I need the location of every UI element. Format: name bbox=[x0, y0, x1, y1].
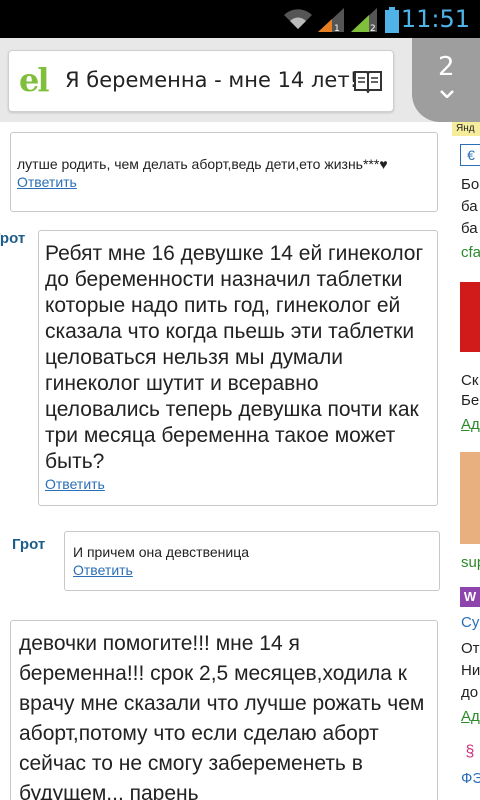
ad-image[interactable] bbox=[460, 452, 480, 544]
ad-link[interactable]: Су bbox=[461, 612, 479, 634]
ad-text: до bbox=[461, 684, 479, 701]
signal-2-icon: 2 bbox=[351, 8, 377, 32]
euro-icon[interactable]: € bbox=[460, 144, 480, 166]
svg-text:2: 2 bbox=[370, 24, 376, 32]
ad-link[interactable]: Адр bbox=[461, 414, 480, 436]
comment: лутше родить, чем делать аборт,ведь дети… bbox=[10, 132, 438, 212]
ad-link[interactable]: cfa bbox=[461, 242, 480, 264]
url-field[interactable]: el Я беременна - мне 14 лет! bbox=[8, 50, 394, 112]
comment-text: лутше родить, чем делать аборт,ведь дети… bbox=[17, 156, 388, 172]
comment-text: И причем она девственица bbox=[73, 544, 249, 560]
ad-text: ба bbox=[461, 220, 478, 237]
ad-column: Янд € Бо ба ба cfa Ск Бе Адр sup W Су От… bbox=[452, 122, 480, 800]
clock: 11:51 bbox=[400, 5, 470, 33]
tab-count: 2 bbox=[438, 52, 455, 82]
site-logo: el bbox=[19, 61, 49, 99]
ad-text: Ск bbox=[461, 372, 479, 389]
ad-text: Ни bbox=[461, 662, 480, 679]
tabs-button[interactable]: 2 bbox=[412, 38, 480, 122]
svg-text:1: 1 bbox=[334, 24, 340, 32]
comment-text: девочки помогите!!! мне 14 я беременна!!… bbox=[19, 632, 425, 800]
status-bar: 1 2 11:51 bbox=[0, 0, 480, 38]
ad-link[interactable]: ФЭ bbox=[461, 768, 480, 790]
wifi-icon bbox=[284, 9, 312, 30]
chevron-down-icon bbox=[440, 90, 454, 98]
w-icon[interactable]: W bbox=[460, 587, 480, 607]
ad-text: ба bbox=[461, 198, 478, 215]
comment: девочки помогите!!! мне 14 я беременна!!… bbox=[10, 620, 438, 800]
ad-label: Янд bbox=[452, 122, 480, 136]
signal-1-icon: 1 bbox=[318, 8, 344, 32]
ad-text: Бо bbox=[461, 176, 480, 193]
battery-icon bbox=[385, 7, 399, 33]
reader-mode-icon[interactable] bbox=[353, 69, 383, 93]
ad-image[interactable] bbox=[460, 282, 480, 352]
comment-author[interactable]: Грот bbox=[0, 230, 25, 247]
comment: И причем она девственица Ответить bbox=[64, 531, 440, 591]
page-content: лутше родить, чем делать аборт,ведь дети… bbox=[0, 122, 480, 800]
reply-link[interactable]: Ответить bbox=[45, 475, 431, 493]
ad-text: Бе bbox=[461, 392, 480, 409]
browser-toolbar: el Я беременна - мне 14 лет! 2 bbox=[0, 38, 480, 122]
page-title: Я беременна - мне 14 лет! bbox=[65, 68, 358, 92]
reply-link[interactable]: Ответить bbox=[73, 561, 431, 579]
comment: Ребят мне 16 девушке 14 ей гинеколог до … bbox=[38, 230, 438, 506]
ad-link[interactable]: Адр bbox=[461, 706, 480, 728]
ad-link[interactable]: sup bbox=[461, 552, 480, 574]
comment-text: Ребят мне 16 девушке 14 ей гинеколог до … bbox=[45, 242, 424, 473]
ad-icon[interactable]: § bbox=[460, 742, 480, 762]
reply-link[interactable]: Ответить bbox=[17, 173, 431, 191]
ad-text: От bbox=[461, 640, 480, 657]
comment-author[interactable]: Грот bbox=[12, 536, 45, 553]
